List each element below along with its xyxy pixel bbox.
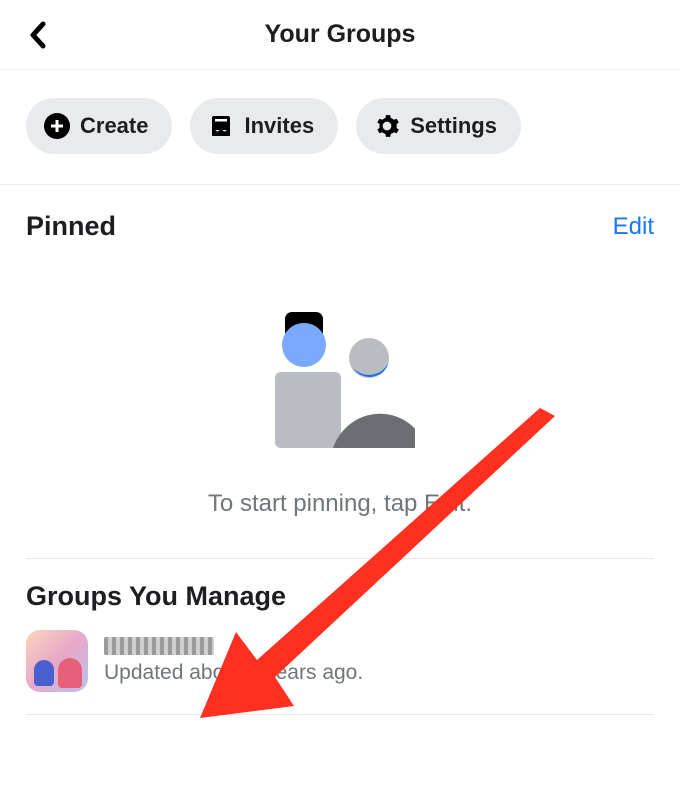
settings-button[interactable]: Settings (356, 98, 521, 154)
pinned-empty-state: To start pinning, tap Edit. (26, 242, 654, 559)
invite-icon (208, 113, 234, 139)
group-row[interactable]: Updated about 4 years ago. (26, 612, 654, 715)
gear-icon (374, 113, 400, 139)
back-button[interactable] (20, 17, 56, 53)
manage-section: Groups You Manage Updated about 4 years … (0, 559, 680, 715)
pinned-empty-text: To start pinning, tap Edit. (208, 490, 472, 518)
action-row: Create Invites Settings (0, 70, 680, 185)
invites-label: Invites (244, 113, 314, 139)
header: Your Groups (0, 0, 680, 70)
edit-button[interactable]: Edit (613, 213, 654, 241)
people-icon (265, 312, 415, 452)
create-label: Create (80, 113, 148, 139)
settings-label: Settings (410, 113, 497, 139)
page-title: Your Groups (16, 20, 664, 49)
manage-title: Groups You Manage (26, 581, 654, 612)
chevron-left-icon (27, 21, 49, 49)
pinned-title: Pinned (26, 211, 116, 242)
invites-button[interactable]: Invites (190, 98, 338, 154)
plus-circle-icon (44, 113, 70, 139)
group-avatar (26, 630, 88, 692)
create-button[interactable]: Create (26, 98, 172, 154)
pinned-section: Pinned Edit To start pinning, tap Edit. (0, 185, 680, 559)
group-name-redacted (104, 637, 214, 655)
group-subtitle: Updated about 4 years ago. (104, 661, 363, 685)
